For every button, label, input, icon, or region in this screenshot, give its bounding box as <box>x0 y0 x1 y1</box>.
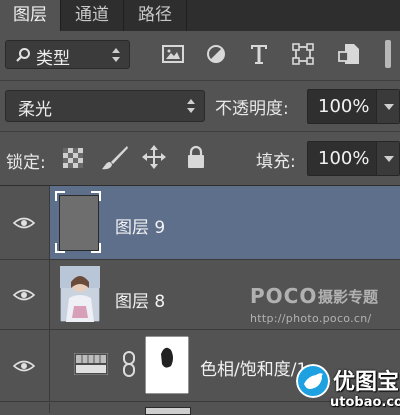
selection-corner <box>55 191 65 201</box>
lock-transparent-icon[interactable] <box>63 148 83 168</box>
image-filter-icon[interactable] <box>162 44 184 64</box>
chevron-updown-icon <box>112 47 120 62</box>
lock-position-icon[interactable] <box>142 145 166 169</box>
blend-mode-select[interactable]: 柔光 <box>5 90 205 122</box>
adjustment-filter-icon[interactable] <box>206 44 226 64</box>
chain-link-icon[interactable] <box>122 351 136 377</box>
lock-label: 锁定: <box>6 153 46 173</box>
chevron-down-icon[interactable] <box>376 90 399 123</box>
bird-logo-icon <box>296 364 330 398</box>
layer-row-9[interactable]: 图层 9 <box>0 186 400 260</box>
filter-kind-select[interactable]: 类型 <box>5 40 130 69</box>
utobao-cn-text: 优图宝 <box>333 370 400 395</box>
blend-mode-value: 柔光 <box>18 100 52 120</box>
poco-logo-text: POCO <box>250 284 318 308</box>
chevron-updown-icon <box>187 99 195 113</box>
smart-object-filter-icon[interactable] <box>338 42 360 66</box>
layer-name[interactable]: 图层 9 <box>115 213 165 238</box>
poco-watermark: POCO 摄影专题 http://photo.poco.cn/ <box>250 284 400 332</box>
visibility-toggle[interactable] <box>0 260 50 329</box>
poco-subtitle: 摄影专题 <box>318 288 379 306</box>
divider <box>0 80 400 81</box>
layer-mask-thumbnail[interactable] <box>145 336 189 394</box>
tab-separator <box>186 0 187 31</box>
hue-saturation-adjustment-icon[interactable] <box>74 353 108 375</box>
selection-corner <box>55 243 65 253</box>
visibility-toggle[interactable] <box>0 330 50 401</box>
selection-corner <box>91 243 101 253</box>
divider <box>0 131 400 132</box>
tab-layers[interactable]: 图层 <box>0 0 60 31</box>
fill-label: 填充: <box>256 152 296 172</box>
opacity-input[interactable]: 100% <box>307 89 400 124</box>
layer-thumbnail[interactable] <box>55 191 101 253</box>
panel-tab-bar: 图层 通道 路径 <box>0 0 400 31</box>
eye-icon <box>13 360 35 372</box>
fill-value: 100% <box>318 148 370 169</box>
search-icon <box>16 48 30 62</box>
utobao-url: utobao.com <box>330 395 400 410</box>
fill-input[interactable]: 100% <box>307 141 400 176</box>
shape-filter-icon[interactable] <box>292 43 314 65</box>
chevron-down-icon[interactable] <box>376 142 399 175</box>
layer-thumbnail-photo[interactable] <box>60 266 100 322</box>
visibility-toggle[interactable] <box>0 186 50 259</box>
lock-all-icon[interactable] <box>187 145 205 169</box>
filter-toggle-switch[interactable] <box>385 40 391 68</box>
filter-kind-label: 类型 <box>36 49 70 69</box>
poco-url: http://photo.poco.cn/ <box>250 312 372 325</box>
opacity-label: 不透明度: <box>215 99 289 119</box>
opacity-value: 100% <box>318 96 370 117</box>
eye-icon <box>13 217 35 229</box>
layer-name[interactable]: 图层 8 <box>115 287 165 312</box>
layer-name[interactable]: 色相/饱和度/1 <box>200 355 307 380</box>
utobao-logo: 优图宝 utobao.com <box>296 362 400 413</box>
lock-image-icon[interactable] <box>101 145 129 171</box>
tab-paths[interactable]: 路径 <box>124 0 186 31</box>
eye-icon <box>13 289 35 301</box>
tab-channels[interactable]: 通道 <box>61 0 123 31</box>
selection-corner <box>91 191 101 201</box>
type-filter-icon[interactable] <box>249 43 269 65</box>
